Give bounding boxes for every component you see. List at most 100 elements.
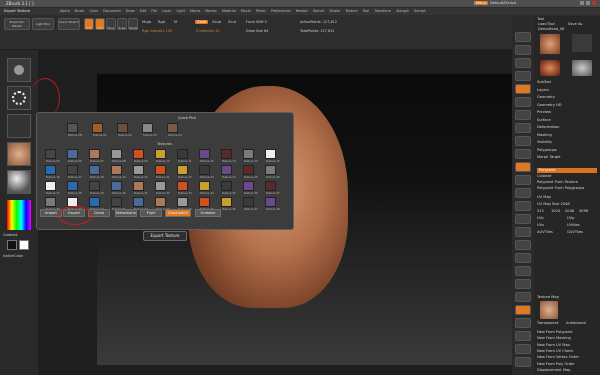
side-tool-icon[interactable] <box>515 279 531 289</box>
side-tool-icon[interactable] <box>515 58 531 68</box>
texture-grid-thumb[interactable]: Texture 09 <box>133 149 148 163</box>
close-icon[interactable] <box>592 1 596 5</box>
texture-action-button[interactable]: New From UV Check <box>537 349 573 353</box>
colorize-toggle[interactable]: Colorize <box>537 174 551 178</box>
menu-item-preferences[interactable]: Preferences <box>271 9 291 13</box>
section-deformation[interactable]: Deformation <box>537 125 559 129</box>
menu-item-transform[interactable]: Transform <box>374 9 391 13</box>
texture-map-thumbnail[interactable] <box>540 301 558 319</box>
menu-item-stroke[interactable]: Stroke <box>329 9 340 13</box>
alpha-thumbnail[interactable] <box>7 114 31 138</box>
quick-pick-thumb[interactable]: Texture 03 <box>142 123 157 137</box>
section-geometry-hd[interactable]: Geometry HD <box>537 103 562 107</box>
side-tool-icon[interactable] <box>515 240 531 250</box>
texture-thumbnail[interactable] <box>7 142 31 166</box>
menu-item-tool[interactable]: Tool <box>363 9 370 13</box>
uv-size-button[interactable]: 1024 <box>551 209 560 213</box>
side-tool-icon[interactable] <box>515 266 531 276</box>
texture-grid-thumb[interactable]: Texture 26 <box>265 165 280 179</box>
texture-grid-thumb[interactable]: Texture 21 <box>155 165 170 179</box>
side-tool-icon[interactable] <box>515 357 531 367</box>
texture-grid-thumb[interactable]: Texture 14 <box>243 149 258 163</box>
texture-grid-thumb[interactable]: Texture 18 <box>89 165 104 179</box>
menu-toggle-button[interactable]: Menu <box>474 1 488 5</box>
default-zscript-button[interactable]: DefaultZScript <box>490 1 516 5</box>
texture-grid-thumb[interactable]: Texture 23 <box>199 165 214 179</box>
texture-grid-thumb[interactable]: Texture 20 <box>133 165 148 179</box>
menu-item-draw[interactable]: Draw <box>126 9 135 13</box>
side-tool-icon[interactable] <box>515 175 531 185</box>
uv-guvtiles-button[interactable]: GUVTiles <box>567 230 583 234</box>
displacement-map-section-label[interactable]: Displacement Map <box>537 368 570 372</box>
uv-uvtiles-button[interactable]: UVtiles <box>567 223 580 227</box>
texture-grid-thumb[interactable]: Texture 47 <box>243 197 258 211</box>
zsub-button[interactable]: Zsub <box>212 20 221 24</box>
side-tool-icon[interactable] <box>515 71 531 81</box>
menu-item-edit[interactable]: Edit <box>140 9 147 13</box>
mode-edit-button[interactable]: Edit <box>84 18 94 30</box>
section-masking[interactable]: Masking <box>537 133 552 137</box>
texture-action-button[interactable]: New From Poly Order <box>537 362 575 366</box>
texture-grid-thumb[interactable]: Texture 38 <box>45 197 60 211</box>
material-thumbnail[interactable] <box>7 170 31 194</box>
texture-action-button[interactable]: New From Polypaint <box>537 330 573 334</box>
texture-grid-thumb[interactable]: Texture 12 <box>199 149 214 163</box>
texture-grid-thumb[interactable]: Texture 10 <box>155 149 170 163</box>
texture-grid-thumb[interactable]: Texture 22 <box>177 165 192 179</box>
texture-grid-thumb[interactable]: Texture 19 <box>111 165 126 179</box>
section-layers[interactable]: Layers <box>537 88 549 92</box>
menu-item-layer[interactable]: Layer <box>162 9 171 13</box>
uv-uvc-button[interactable]: UVc <box>537 216 544 220</box>
side-tool-icon[interactable] <box>515 97 531 107</box>
quick-pick-thumb[interactable]: Texture 04 <box>167 123 182 137</box>
uv-size-button[interactable]: 512 <box>537 209 544 213</box>
menu-item-render[interactable]: Render <box>296 9 308 13</box>
m-button[interactable]: M <box>174 20 177 24</box>
menu-item-macro[interactable]: Macro <box>190 9 200 13</box>
section-preview[interactable]: Preview <box>537 110 551 114</box>
projection-master-button[interactable]: Projection Master <box>4 18 30 30</box>
side-tool-icon[interactable] <box>515 136 531 146</box>
section-surface[interactable]: Surface <box>537 118 551 122</box>
texture-grid-thumb[interactable]: Texture 44 <box>177 197 192 211</box>
light-box-button[interactable]: Light Box <box>32 18 54 30</box>
popup-makealpha-button[interactable]: MakeAlpha <box>115 209 137 217</box>
uv-uvp-button[interactable]: UVp <box>567 216 574 220</box>
uv-auvtiles-button[interactable]: AUVTiles <box>537 230 553 234</box>
polypaint-section-header[interactable]: Polypaint <box>537 168 597 173</box>
popup-flipv-button[interactable]: FlipV <box>140 209 162 217</box>
side-tool-icon[interactable] <box>515 331 531 341</box>
texture-action-button[interactable]: New From UV Map <box>537 343 570 347</box>
uv-uvs-button[interactable]: UVs <box>537 223 544 227</box>
texture-grid-thumb[interactable]: Texture 32 <box>155 181 170 195</box>
minimize-icon[interactable] <box>580 1 584 5</box>
polypaint-from-polygroups-button[interactable]: Polypaint From Polygroups <box>537 186 584 190</box>
menu-item-file[interactable]: File <box>151 9 157 13</box>
section-subtool[interactable]: SubTool <box>537 80 551 84</box>
mode-move-button[interactable]: Move <box>106 18 116 30</box>
texture-grid-thumb[interactable]: Texture 31 <box>133 181 148 195</box>
side-tool-icon[interactable] <box>515 318 531 328</box>
side-tool-icon[interactable] <box>515 201 531 211</box>
z-intensity-slider[interactable]: Z Intensity 25 <box>196 29 220 33</box>
menu-item-brush[interactable]: Brush <box>75 9 85 13</box>
menu-item-light[interactable]: Light <box>176 9 184 13</box>
texture-grid-thumb[interactable]: Texture 45 <box>199 197 214 211</box>
section-polygroups[interactable]: Polygroups <box>537 148 557 152</box>
texture-grid-thumb[interactable]: Texture 11 <box>177 149 192 163</box>
mode-scale-button[interactable]: Scale <box>117 18 127 30</box>
texture-grid-thumb[interactable]: Texture 16 <box>45 165 60 179</box>
texture-grid-thumb[interactable]: Texture 06 <box>67 149 82 163</box>
menu-item-zplugin[interactable]: Zplugin <box>396 9 409 13</box>
side-tool-icon[interactable] <box>515 214 531 224</box>
side-tool-icon[interactable] <box>515 45 531 55</box>
color-picker[interactable] <box>7 200 31 230</box>
menu-item-zscript[interactable]: Zscript <box>414 9 426 13</box>
texture-grid-thumb[interactable]: Texture 33 <box>177 181 192 195</box>
texture-grid-thumb[interactable]: Texture 29 <box>89 181 104 195</box>
texture-grid-thumb[interactable]: Texture 24 <box>221 165 236 179</box>
switch-color-label[interactable]: SwitchColor <box>3 254 23 258</box>
texture-grid-thumb[interactable]: Texture 40 <box>89 197 104 211</box>
section-geometry[interactable]: Geometry <box>537 95 555 99</box>
transparent-toggle[interactable]: Transparent <box>537 321 558 325</box>
